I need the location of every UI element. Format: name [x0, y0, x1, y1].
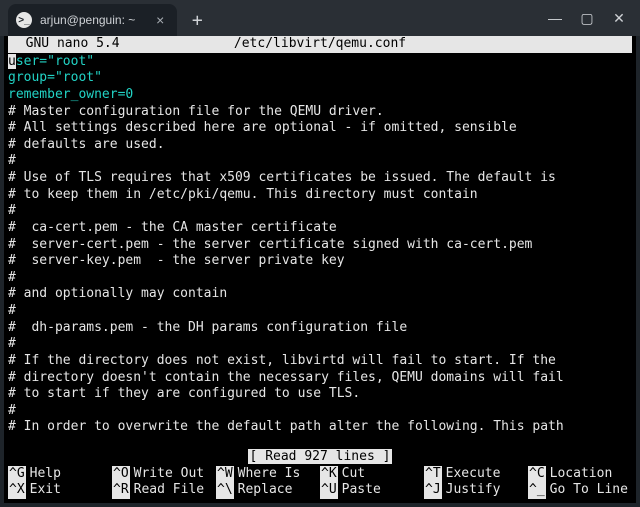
shortcut-label: Write Out [134, 466, 204, 483]
shortcut-label: Where Is [238, 466, 301, 483]
shortcut-cut[interactable]: ^KCut [320, 466, 424, 483]
comment-line: # If the directory does not exist, libvi… [8, 353, 632, 370]
nano-status: [ Read 927 lines ] [8, 449, 632, 466]
terminal-tab[interactable]: >_ arjun@penguin: ~ × [8, 4, 177, 36]
terminal[interactable]: GNU nano 5.4 /etc/libvirt/qemu.conf user… [0, 36, 640, 507]
comment-line: # to start if they are configured to use… [8, 386, 632, 403]
comment-line: # dh-params.pem - the DH params configur… [8, 320, 632, 337]
comment-line: # [8, 270, 632, 287]
config-line: user="root" [8, 54, 632, 71]
terminal-icon: >_ [16, 12, 32, 28]
comment-line: # [8, 336, 632, 353]
comment-line: # [8, 303, 632, 320]
comment-line: # [8, 203, 632, 220]
nano-shortcuts: ^GHelp ^OWrite Out ^WWhere Is ^KCut ^TEx… [8, 466, 632, 499]
config-line: group="root" [8, 70, 632, 87]
comment-line: # ca-cert.pem - the CA master certificat… [8, 220, 632, 237]
shortcut-exit[interactable]: ^XExit [8, 482, 112, 499]
config-rest-0: ser="root" [16, 54, 94, 69]
minimize-button[interactable]: — [542, 5, 568, 31]
comment-line: # and optionally may contain [8, 286, 632, 303]
nano-status-text: [ Read 927 lines ] [248, 449, 393, 464]
comment-line: # directory doesn't contain the necessar… [8, 370, 632, 387]
shortcut-label: Replace [238, 482, 293, 499]
comment-line: # server-cert.pem - the server certifica… [8, 237, 632, 254]
comment-line: # In order to overwrite the default path… [8, 419, 632, 436]
shortcut-replace[interactable]: ^\Replace [216, 482, 320, 499]
cursor: u [8, 54, 16, 69]
comment-line: # [8, 403, 632, 420]
shortcut-key: ^G [8, 466, 26, 483]
shortcut-key: ^T [424, 466, 442, 483]
config-line: remember_owner=0 [8, 87, 632, 104]
shortcut-location[interactable]: ^CLocation [528, 466, 632, 483]
shortcut-label: Read File [134, 482, 204, 499]
shortcut-justify[interactable]: ^JJustify [424, 482, 528, 499]
shortcut-label: Execute [446, 466, 501, 483]
shortcut-label: Go To Line [550, 482, 628, 499]
shortcut-whereis[interactable]: ^WWhere Is [216, 466, 320, 483]
shortcut-label: Paste [342, 482, 381, 499]
shortcut-key: ^W [216, 466, 234, 483]
close-window-button[interactable]: ✕ [606, 5, 632, 31]
maximize-button[interactable]: ▢ [574, 5, 600, 31]
new-tab-button[interactable]: + [183, 6, 211, 34]
shortcut-readfile[interactable]: ^RRead File [112, 482, 216, 499]
shortcut-key: ^U [320, 482, 338, 499]
comment-line: # defaults are used. [8, 137, 632, 154]
shortcut-key: ^C [528, 466, 546, 483]
shortcut-key: ^\ [216, 482, 234, 499]
comment-line: # All settings described here are option… [8, 120, 632, 137]
comment-line: # to keep them in /etc/pki/qemu. This di… [8, 187, 632, 204]
nano-titlebar: GNU nano 5.4 /etc/libvirt/qemu.conf [8, 36, 632, 53]
shortcut-row: ^GHelp ^OWrite Out ^WWhere Is ^KCut ^TEx… [8, 466, 632, 483]
titlebar: >_ arjun@penguin: ~ × + — ▢ ✕ [0, 0, 640, 36]
comment-line: # Use of TLS requires that x509 certific… [8, 170, 632, 187]
close-tab-button[interactable]: × [153, 13, 167, 27]
shortcut-label: Cut [342, 466, 365, 483]
shortcut-writeout[interactable]: ^OWrite Out [112, 466, 216, 483]
shortcut-key: ^K [320, 466, 338, 483]
shortcut-gotoline[interactable]: ^_Go To Line [528, 482, 632, 499]
shortcut-key: ^J [424, 482, 442, 499]
shortcut-label: Justify [446, 482, 501, 499]
comment-line: # server-key.pem - the server private ke… [8, 253, 632, 270]
shortcut-key: ^_ [528, 482, 546, 499]
shortcut-execute[interactable]: ^TExecute [424, 466, 528, 483]
comment-line: # Master configuration file for the QEMU… [8, 104, 632, 121]
comment-line: # [8, 153, 632, 170]
shortcut-help[interactable]: ^GHelp [8, 466, 112, 483]
shortcut-paste[interactable]: ^UPaste [320, 482, 424, 499]
shortcut-key: ^R [112, 482, 130, 499]
editor-buffer[interactable]: user="root" group="root" remember_owner=… [8, 53, 632, 450]
window-controls: — ▢ ✕ [542, 0, 640, 36]
nano-title-pad [520, 36, 630, 53]
nano-file-path: /etc/libvirt/qemu.conf [120, 36, 521, 53]
tab-title: arjun@penguin: ~ [40, 13, 135, 27]
shortcut-label: Exit [30, 482, 61, 499]
shortcut-label: Location [550, 466, 613, 483]
shortcut-row: ^XExit ^RRead File ^\Replace ^UPaste ^JJ… [8, 482, 632, 499]
nano-app-name: GNU nano 5.4 [10, 36, 120, 53]
shortcut-label: Help [30, 466, 61, 483]
shortcut-key: ^X [8, 482, 26, 499]
shortcut-key: ^O [112, 466, 130, 483]
